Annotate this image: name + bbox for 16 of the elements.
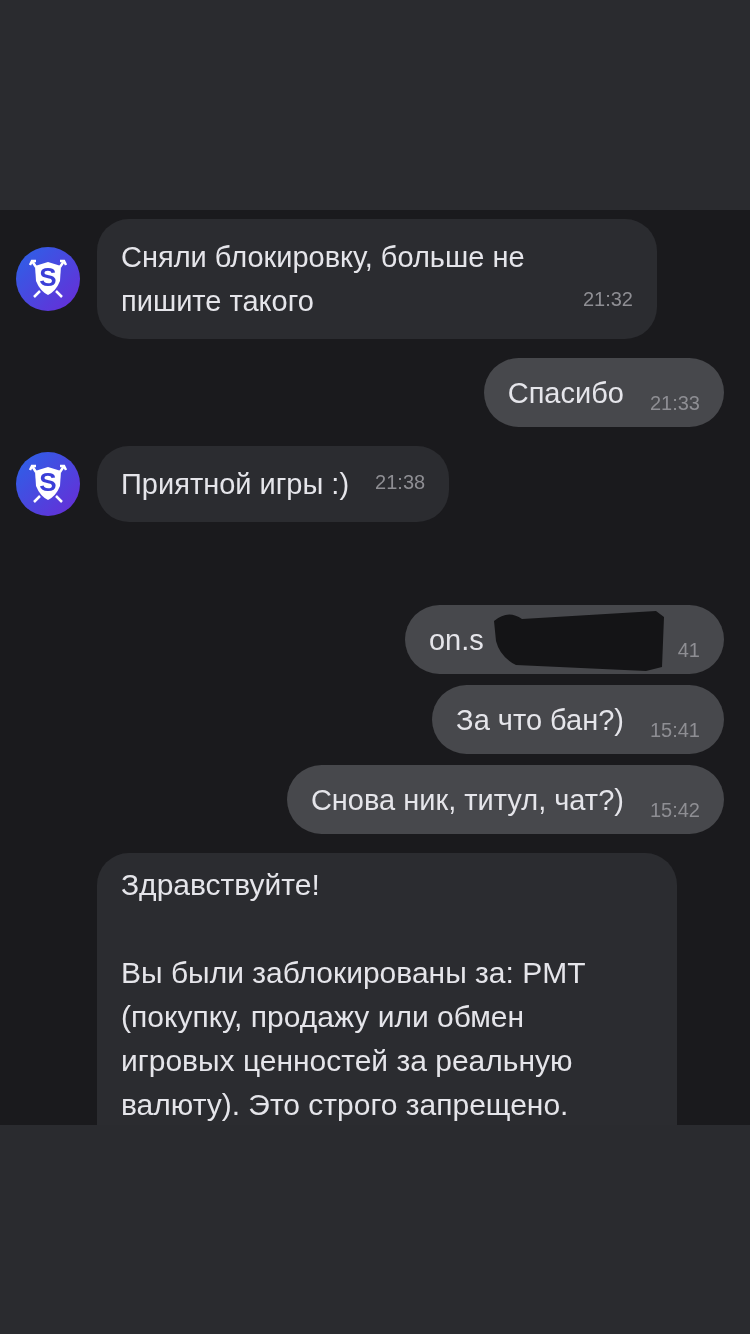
- avatar-letter: S: [39, 264, 57, 290]
- message-time: 41: [677, 640, 700, 660]
- message-time: 21:33: [649, 393, 700, 413]
- message-time: 21:38: [375, 472, 426, 492]
- message-text: Приятной игры :): [121, 467, 350, 502]
- avatar-letter: S: [39, 469, 57, 495]
- message-text: Сняли блокировку, больше не пишите такого: [121, 240, 526, 319]
- message-text: За что бан?): [456, 703, 624, 738]
- message-text: Спасибо: [507, 376, 624, 411]
- message-time: 21:32: [582, 289, 633, 309]
- message-text: Здравствуйте!: [121, 867, 321, 903]
- message-text: on.s: [428, 623, 484, 658]
- message-text: Снова ник, титул, чат?): [310, 783, 624, 818]
- message-time: 15:42: [649, 800, 700, 820]
- message-text: Вы были заблокированы за: PMT (покупку, продажу или обмен игровых ценностей за реальную валюту). Это строго запрещено.: [121, 955, 586, 1123]
- message-time: 15:41: [649, 720, 700, 740]
